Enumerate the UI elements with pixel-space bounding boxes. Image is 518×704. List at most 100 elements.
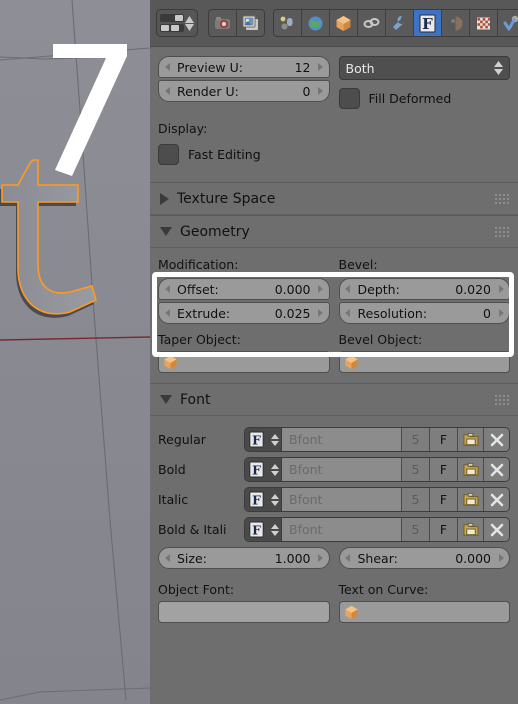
resolution-field[interactable]: Resolution: 0 — [338, 302, 510, 324]
increment-arrow[interactable] — [493, 548, 509, 568]
tab-object[interactable] — [330, 10, 358, 36]
font-selector-widget[interactable]: F Bfont 5 F — [244, 517, 510, 542]
chevron-down-icon — [160, 395, 172, 404]
font-name-value: Bfont — [289, 522, 323, 537]
panel-grip-icon — [495, 194, 509, 204]
tab-object-data[interactable]: F — [414, 10, 442, 36]
unlink-font-button[interactable] — [484, 458, 509, 481]
extrude-field[interactable]: Extrude: 0.025 — [158, 302, 330, 324]
decrement-arrow[interactable] — [340, 279, 356, 299]
tab-texture[interactable] — [470, 10, 498, 36]
chevron-right-icon — [160, 192, 169, 205]
preview-u-field[interactable]: Preview U: 12 — [158, 56, 330, 78]
editor-type-selector[interactable] — [156, 9, 198, 37]
font-name-field[interactable]: Bfont — [282, 488, 402, 511]
svg-text:F: F — [252, 522, 261, 537]
increment-arrow[interactable] — [313, 81, 329, 101]
tab-render[interactable] — [209, 10, 237, 36]
tab-constraints[interactable] — [358, 10, 386, 36]
svg-text:F: F — [422, 15, 433, 33]
preview-u-value: 12 — [294, 59, 311, 75]
fake-user-toggle[interactable]: F — [430, 518, 458, 541]
panel-header-texture-space[interactable]: Texture Space — [150, 182, 518, 215]
render-u-value: 0 — [302, 83, 311, 99]
object-font-field[interactable] — [158, 601, 330, 623]
decrement-arrow[interactable] — [159, 303, 175, 323]
font-f-icon: F — [245, 488, 268, 511]
tab-modifiers[interactable] — [386, 10, 414, 36]
bevel-object-field[interactable] — [338, 351, 510, 373]
font-name-value: Bfont — [289, 432, 323, 447]
tab-physics[interactable] — [498, 10, 518, 36]
taper-object-field[interactable] — [158, 351, 330, 373]
font-users-value: 5 — [411, 462, 420, 477]
open-font-button[interactable] — [458, 518, 484, 541]
unlink-font-button[interactable] — [484, 518, 509, 541]
decrement-arrow[interactable] — [340, 303, 356, 323]
shear-field[interactable]: Shear: 0.000 — [338, 547, 510, 569]
font-name-field[interactable]: Bfont — [282, 518, 402, 541]
increment-arrow[interactable] — [493, 279, 509, 299]
font-browse-updown[interactable] — [268, 518, 282, 541]
font-users-count[interactable]: 5 — [402, 518, 430, 541]
unlink-font-button[interactable] — [484, 428, 509, 451]
panel-grip-icon — [495, 395, 509, 405]
decrement-arrow[interactable] — [159, 548, 175, 568]
fill-mode-dropdown[interactable]: Both — [338, 56, 510, 80]
font-name-field[interactable]: Bfont — [282, 428, 402, 451]
fast-editing-row[interactable]: Fast Editing — [158, 144, 510, 165]
resolution-label: Resolution: — [357, 305, 428, 321]
font-f-icon: F — [245, 518, 268, 541]
open-font-button[interactable] — [458, 428, 484, 451]
increment-arrow[interactable] — [313, 279, 329, 299]
close-icon — [490, 463, 503, 476]
increment-arrow[interactable] — [313, 57, 329, 77]
folder-icon — [463, 462, 478, 476]
font-selector-widget[interactable]: F Bfont 5 F — [244, 427, 510, 452]
open-font-button[interactable] — [458, 488, 484, 511]
font-selector-widget[interactable]: F Bfont 5 F — [244, 457, 510, 482]
font-browse-updown[interactable] — [268, 458, 282, 481]
size-field[interactable]: Size: 1.000 — [158, 547, 330, 569]
font-users-count[interactable]: 5 — [402, 488, 430, 511]
text-on-curve-field[interactable] — [338, 601, 510, 623]
decrement-arrow[interactable] — [340, 548, 356, 568]
decrement-arrow[interactable] — [159, 81, 175, 101]
fill-deformed-checkbox[interactable] — [338, 88, 360, 109]
render-u-field[interactable]: Render U: 0 — [158, 80, 330, 102]
fake-user-toggle[interactable]: F — [430, 458, 458, 481]
fake-user-toggle[interactable]: F — [430, 428, 458, 451]
fake-user-toggle[interactable]: F — [430, 488, 458, 511]
increment-arrow[interactable] — [493, 303, 509, 323]
font-browse-updown[interactable] — [268, 488, 282, 511]
unlink-font-button[interactable] — [484, 488, 509, 511]
tab-material[interactable] — [442, 10, 470, 36]
properties-editor: F Preview U: 12 Render U: 0 Both Fill De… — [150, 0, 518, 704]
decrement-arrow[interactable] — [159, 57, 175, 77]
tab-world[interactable] — [302, 10, 330, 36]
offset-value: 0.000 — [274, 281, 311, 297]
panel-header-font[interactable]: Font — [150, 383, 518, 416]
3d-viewport[interactable] — [0, 0, 150, 704]
font-browse-updown[interactable] — [268, 428, 282, 451]
font-selector-widget[interactable]: F Bfont 5 F — [244, 487, 510, 512]
font-users-count[interactable]: 5 — [402, 458, 430, 481]
tab-scene[interactable] — [274, 10, 302, 36]
decrement-arrow[interactable] — [159, 279, 175, 299]
font-name-field[interactable]: Bfont — [282, 458, 402, 481]
increment-arrow[interactable] — [313, 548, 329, 568]
font-users-value: 5 — [411, 522, 420, 537]
fast-editing-checkbox[interactable] — [158, 144, 179, 165]
font-users-count[interactable]: 5 — [402, 428, 430, 451]
offset-field[interactable]: Offset: 0.000 — [158, 278, 330, 300]
depth-field[interactable]: Depth: 0.020 — [338, 278, 510, 300]
font-f-icon: F — [245, 428, 268, 451]
open-font-button[interactable] — [458, 458, 484, 481]
tab-render-layers[interactable] — [237, 10, 264, 36]
preview-u-label: Preview U: — [177, 59, 243, 75]
display-label: Display: — [158, 121, 208, 136]
font-row-label: Bold & Itali — [158, 522, 227, 537]
fill-deformed-row[interactable]: Fill Deformed — [338, 88, 511, 109]
panel-header-geometry[interactable]: Geometry — [150, 215, 518, 248]
increment-arrow[interactable] — [313, 303, 329, 323]
